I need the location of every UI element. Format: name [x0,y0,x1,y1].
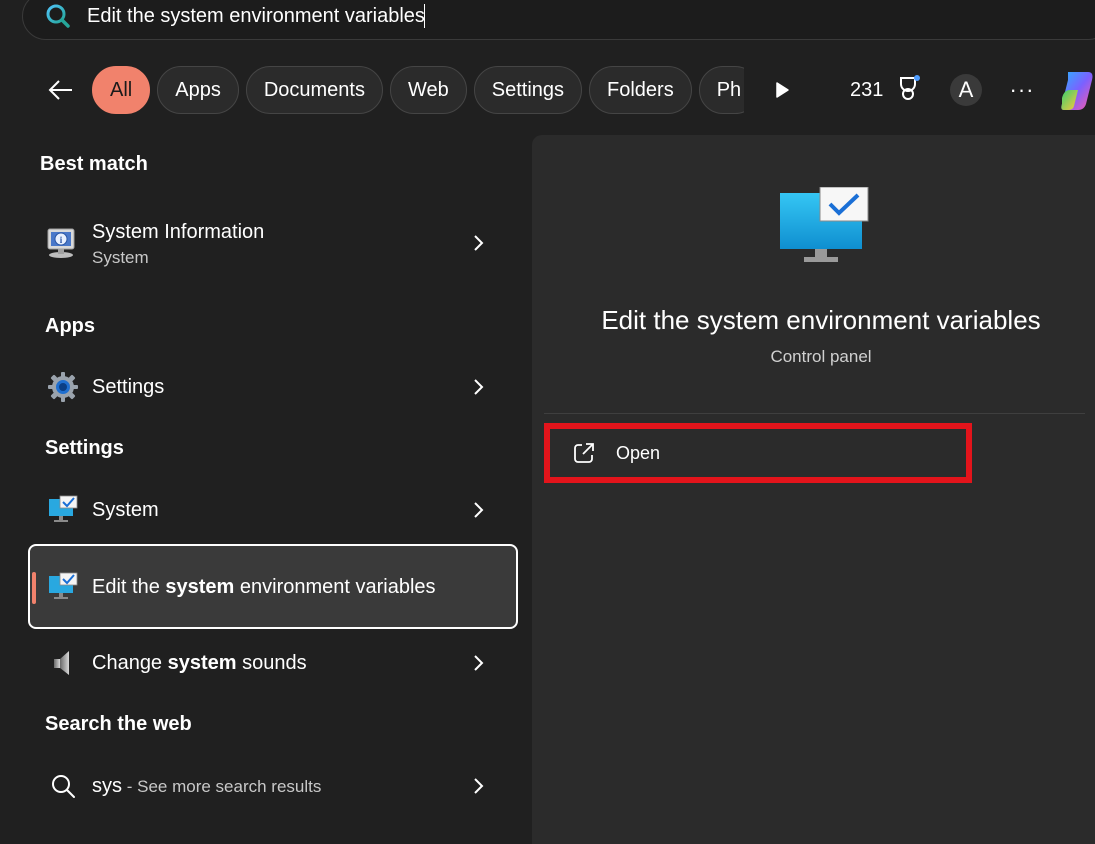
result-title: sys - See more search results [92,774,322,797]
search-icon [46,769,80,803]
filter-chip-apps[interactable]: Apps [157,66,239,114]
filter-chip-documents[interactable]: Documents [245,66,383,114]
copilot-button[interactable] [1058,68,1095,112]
filter-chips: All Apps Documents Web Settings Folders Ph [92,66,744,114]
rewards-points: 231 [850,79,884,101]
open-button[interactable]: Open [544,423,972,483]
arrow-left-icon [48,80,72,100]
filter-chip-all[interactable]: All [92,66,151,114]
chevron-right-icon[interactable] [466,234,490,252]
filter-chip-photos[interactable]: Ph [698,66,744,114]
open-label: Open [616,442,661,463]
rewards-button[interactable] [894,74,924,104]
chevron-right-icon[interactable] [466,501,490,519]
search-icon [45,3,71,29]
filter-row: All Apps Documents Web Settings Folders Ph 231… [0,66,1095,114]
result-title: System [92,499,159,521]
section-title-search-web: Search the web [45,713,192,735]
section-title-best-match: Best match [40,153,148,175]
detail-pane: Edit the system environment variables Co… [532,135,1095,844]
search-bar[interactable]: Edit the system environment variables [22,0,1095,40]
results-pane: Best match i System Information System A… [0,135,530,844]
monitor-check-icon [46,493,80,527]
result-subtitle: System [92,248,149,267]
filter-chip-web[interactable]: Web [389,66,467,114]
divider [544,413,1085,414]
result-settings-app[interactable]: Settings [28,363,518,411]
open-external-icon [572,441,596,465]
section-title-apps: Apps [45,315,95,337]
speaker-icon [46,646,80,680]
detail-subtitle: Control panel [770,347,872,366]
back-button[interactable] [44,74,76,106]
system-information-icon: i [46,226,80,260]
result-system-information[interactable]: i System Information System [28,205,518,281]
filter-chip-settings[interactable]: Settings [473,66,583,114]
more-options-button[interactable]: ··· [1006,74,1038,106]
result-title: System Information [92,221,265,243]
scroll-filters-button[interactable] [770,78,794,102]
monitor-check-icon [46,570,80,604]
search-input[interactable]: Edit the system environment variables [87,5,425,28]
result-title: Change system sounds [92,652,307,674]
result-title: Edit the system environment variables [92,575,436,598]
selection-indicator [32,572,36,604]
result-change-system-sounds[interactable]: Change system sounds [28,638,518,688]
detail-title: Edit the system environment variables [601,305,1041,335]
monitor-check-icon [778,186,870,267]
chevron-right-icon[interactable] [466,777,490,795]
chevron-right-icon[interactable] [466,378,490,396]
text-caret [423,4,425,28]
copilot-icon [1061,72,1093,110]
result-system-setting[interactable]: System [28,485,518,535]
chevron-right-icon[interactable] [466,654,490,672]
result-web-search[interactable]: sys - See more search results [28,761,518,811]
filter-chip-folders[interactable]: Folders [589,66,692,114]
section-title-settings: Settings [45,437,124,459]
result-title: Settings [92,376,165,398]
avatar[interactable]: A [950,74,982,106]
play-icon [776,82,789,98]
trophy-icon [900,75,920,100]
result-edit-environment-variables[interactable]: Edit the system environment variables [28,544,518,629]
settings-gear-icon [46,370,80,404]
